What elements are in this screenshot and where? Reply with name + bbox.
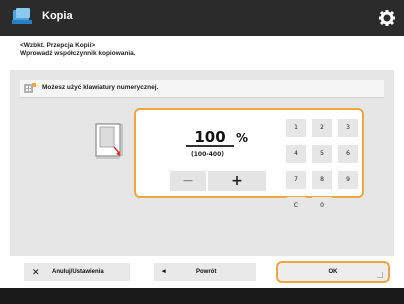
decrease-button[interactable]: − [170,171,206,191]
key-clear[interactable]: C [286,197,306,215]
notice-bar: Możesz użyć klawiatury numerycznej. [20,80,384,98]
title-bar: Kopia [0,0,404,36]
instruction-text: Wprowadź współczynnik kopiowania. [20,50,136,57]
page-scale-icon [95,123,123,159]
increase-button[interactable]: + [208,171,266,191]
keypad-hint-icon [24,83,36,93]
key-7[interactable]: 7 [286,171,306,189]
key-0[interactable]: 0 [312,197,332,215]
ok-button[interactable]: OK [276,261,390,283]
cancel-settings-button[interactable]: ✕ Anuluj/Ustawienia [24,263,130,281]
key-5[interactable]: 5 [312,145,332,163]
key-9[interactable]: 9 [338,171,358,189]
back-button[interactable]: ◂ Powrót [154,263,256,281]
zoom-range: (100-400) [191,151,225,158]
key-2[interactable]: 2 [312,119,332,137]
key-1[interactable]: 1 [286,119,306,137]
back-label: Powrót [196,269,217,275]
zoom-unit: % [236,131,249,145]
key-6[interactable]: 6 [338,145,358,163]
key-3[interactable]: 3 [338,119,358,137]
breadcrumb-path: <Wzbkt. Przepcja Kopii> [20,42,96,49]
zoom-value-input[interactable]: 100 [186,127,234,147]
status-footer [0,288,404,304]
key-4[interactable]: 4 [286,145,306,163]
app-title: Kopia [42,10,73,22]
gear-icon[interactable] [378,9,396,27]
corner-mark-icon [377,272,383,278]
ok-label: OK [328,269,338,275]
arrow-left-icon: ◂ [162,268,166,275]
key-8[interactable]: 8 [312,171,332,189]
cancel-settings-label: Anuluj/Ustawienia [52,269,104,275]
copier-icon [12,8,32,24]
notice-text: Możesz użyć klawiatury numerycznej. [42,84,159,91]
breadcrumb: <Wzbkt. Przepcja Kopii> Wprowadź współcz… [20,42,136,58]
close-icon: ✕ [32,267,40,277]
